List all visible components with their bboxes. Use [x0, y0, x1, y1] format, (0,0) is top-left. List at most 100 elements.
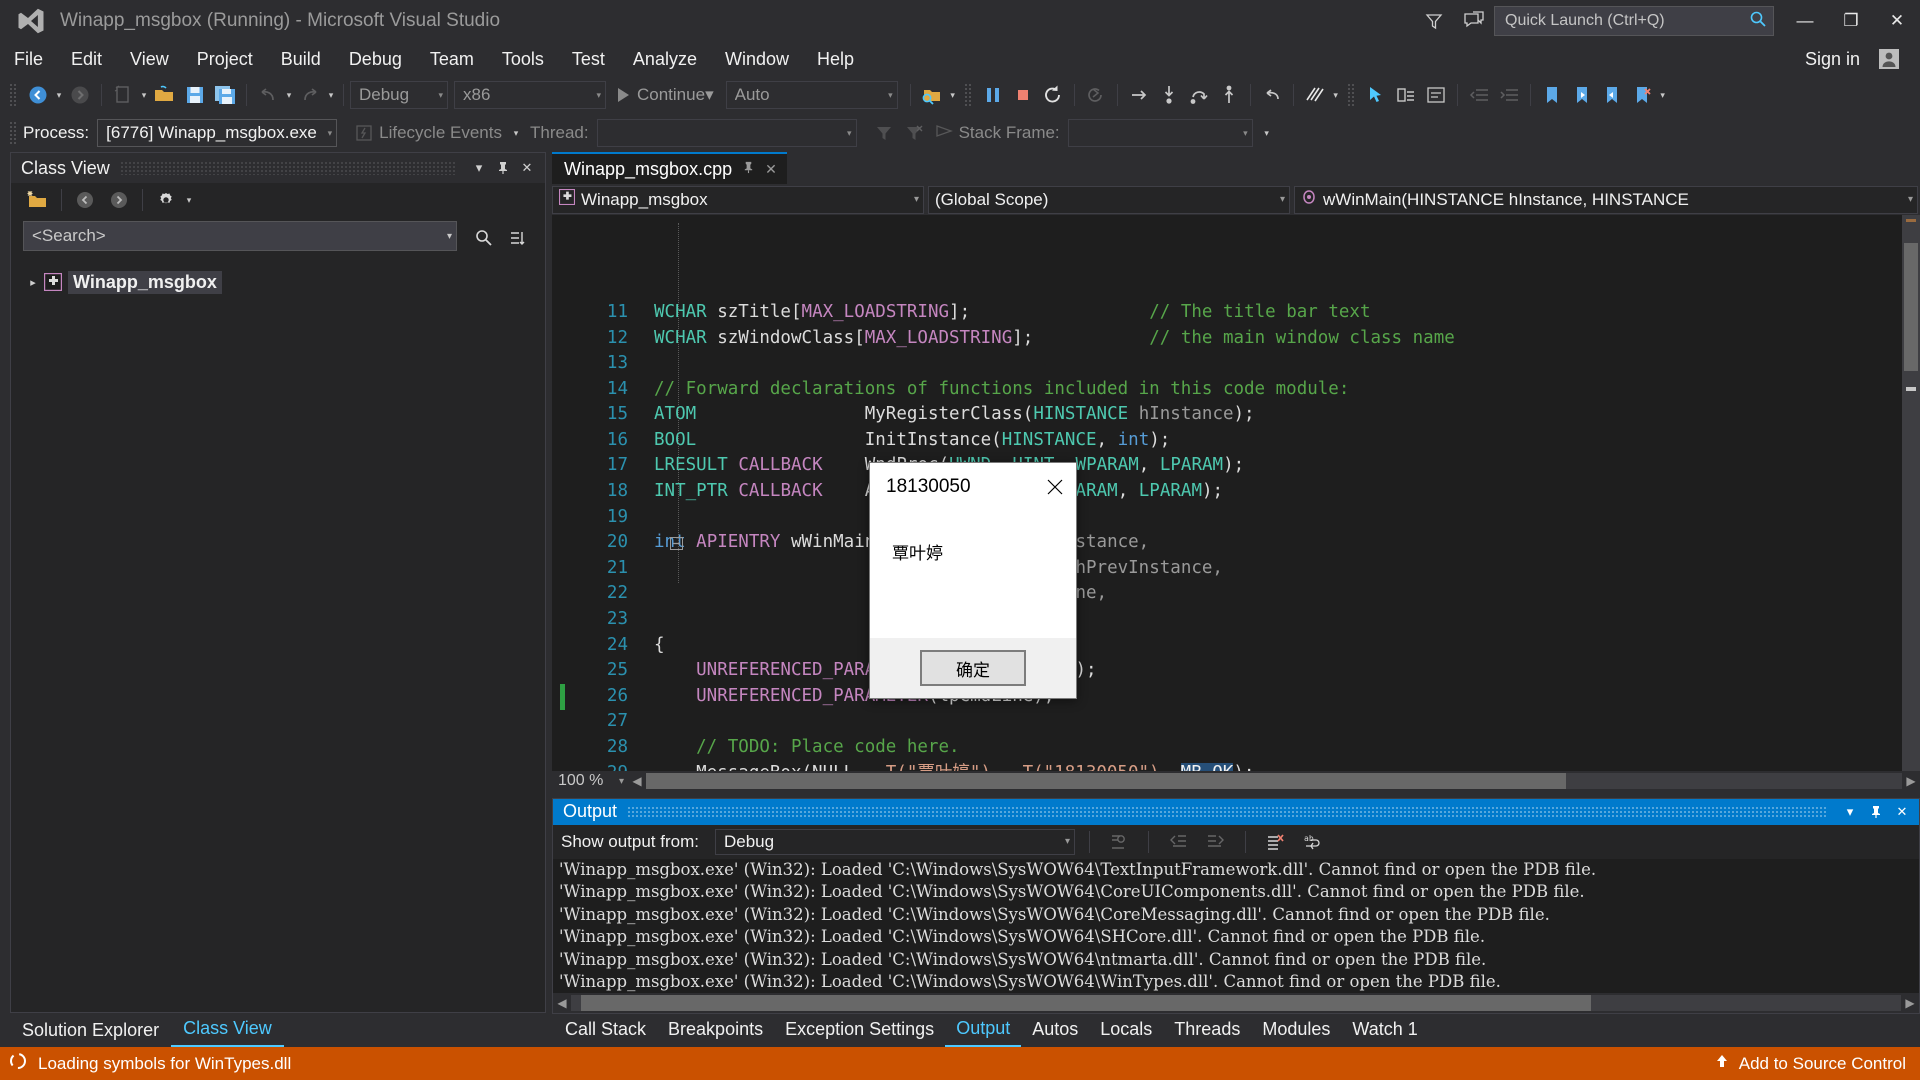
- pointer-select-icon[interactable]: [1361, 80, 1391, 110]
- add-to-source-control-label[interactable]: Add to Source Control: [1739, 1054, 1906, 1074]
- clear-bookmarks-icon[interactable]: [1627, 80, 1657, 110]
- chevron-down-icon[interactable]: ▾: [914, 194, 919, 205]
- output-hscroll-thumb[interactable]: [581, 994, 1591, 1011]
- clear-all-icon[interactable]: [1260, 828, 1290, 856]
- status-right-group[interactable]: Add to Source Control: [1713, 1052, 1920, 1075]
- code-line[interactable]: 19: [574, 505, 1902, 531]
- new-item-dropdown-icon[interactable]: ▾: [138, 90, 150, 101]
- chevron-down-icon[interactable]: ▾: [619, 776, 624, 787]
- toolbar-overflow-icon[interactable]: ▾: [1657, 90, 1669, 101]
- chevron-down-icon[interactable]: ▾: [1065, 836, 1070, 847]
- lifecycle-dropdown-icon[interactable]: ▾: [510, 128, 522, 139]
- word-wrap-icon[interactable]: ab: [1298, 828, 1328, 856]
- code-line[interactable]: 25 UNREFERENCED_PARAMETER(hPrevInstance)…: [574, 658, 1902, 684]
- editor-tab-winapp-msgbox-cpp[interactable]: Winapp_msgbox.cpp ✕: [552, 152, 787, 184]
- toggle-outlining-icon[interactable]: [1391, 80, 1421, 110]
- dock-tab-autos[interactable]: Autos: [1021, 1015, 1089, 1046]
- undo-dropdown-icon[interactable]: ▾: [283, 90, 295, 101]
- chevron-down-icon[interactable]: ▾: [432, 90, 443, 101]
- close-icon[interactable]: ✕: [515, 156, 539, 180]
- dock-tab-exception-settings[interactable]: Exception Settings: [774, 1015, 945, 1046]
- toolbar-grip[interactable]: [9, 83, 18, 107]
- increase-indent-icon[interactable]: [1494, 80, 1524, 110]
- maximize-button[interactable]: ❐: [1828, 0, 1874, 42]
- code-line[interactable]: 15 ATOM MyRegisterClass(HINSTANCE hInstan…: [574, 402, 1902, 428]
- editor-vertical-scrollbar[interactable]: [1902, 215, 1920, 771]
- code-line[interactable]: 21 _In_opt_ HINSTANCE hPrevInstance,: [574, 556, 1902, 582]
- menu-analyze[interactable]: Analyze: [619, 42, 711, 76]
- previous-bookmark-icon[interactable]: [1567, 80, 1597, 110]
- undo-icon[interactable]: [253, 80, 283, 110]
- navigate-backward-dropdown-icon[interactable]: ▾: [53, 90, 65, 101]
- chevron-down-icon[interactable]: ▾: [841, 128, 852, 139]
- chevron-down-icon[interactable]: ▾: [882, 90, 893, 101]
- break-all-icon[interactable]: [978, 80, 1008, 110]
- search-icon[interactable]: [467, 223, 501, 253]
- comment-selection-icon[interactable]: [1421, 80, 1451, 110]
- find-message-icon[interactable]: [1104, 828, 1134, 856]
- solution-platform-combo[interactable]: x86 ▾: [454, 81, 606, 109]
- chevron-down-icon[interactable]: ▾: [1280, 194, 1285, 205]
- chevron-down-icon[interactable]: ▾: [1237, 128, 1248, 139]
- code-line[interactable]: 17LRESULT CALLBACK WndProc(HWND, UINT, W…: [574, 453, 1902, 479]
- open-file-icon[interactable]: [150, 80, 180, 110]
- menu-build[interactable]: Build: [267, 42, 335, 76]
- navigate-backward-icon[interactable]: [23, 80, 53, 110]
- toolbar-grip-3[interactable]: [1346, 83, 1356, 107]
- class-view-drag-grip[interactable]: [119, 161, 457, 175]
- thread-combo[interactable]: ▾: [596, 119, 857, 147]
- output-hscroll-track[interactable]: [571, 994, 1901, 1011]
- menu-tools[interactable]: Tools: [488, 42, 558, 76]
- account-icon[interactable]: [1872, 45, 1906, 73]
- code-line[interactable]: 23 _In_ int nCmdShow): [574, 607, 1902, 633]
- step-out-icon[interactable]: [1214, 80, 1244, 110]
- code-line[interactable]: 14 // Forward declarations of functions i…: [574, 377, 1902, 403]
- editor-hscroll-thumb[interactable]: [646, 773, 1566, 790]
- close-icon[interactable]: ✕: [1889, 800, 1915, 824]
- tab-solution-explorer[interactable]: Solution Explorer: [10, 1016, 171, 1047]
- process-combo[interactable]: [6776] Winapp_msgbox.exe ▾: [97, 119, 338, 147]
- pin-icon[interactable]: [1863, 800, 1889, 824]
- find-in-files-icon[interactable]: [917, 80, 947, 110]
- chevron-down-icon[interactable]: ▾: [705, 85, 714, 105]
- navigate-forward-icon[interactable]: [65, 80, 95, 110]
- redo-icon[interactable]: [295, 80, 325, 110]
- pin-icon[interactable]: [491, 156, 515, 180]
- chevron-right-icon[interactable]: ▸: [23, 276, 43, 289]
- code-area[interactable]: 11 WCHAR szTitle[MAX_LOADSTRING]; // The …: [552, 215, 1902, 771]
- dock-tab-locals[interactable]: Locals: [1089, 1015, 1163, 1046]
- go-to-previous-icon[interactable]: [1163, 828, 1193, 856]
- find-dropdown-icon[interactable]: ▾: [947, 90, 959, 101]
- restart-icon[interactable]: [1038, 80, 1068, 110]
- lifecycle-events-label[interactable]: Lifecycle Events: [379, 123, 502, 143]
- filter-clear-icon[interactable]: [899, 118, 929, 148]
- menu-project[interactable]: Project: [183, 42, 267, 76]
- dock-tab-threads[interactable]: Threads: [1163, 1015, 1251, 1046]
- chevron-down-icon[interactable]: ▾: [322, 128, 333, 139]
- project-combo[interactable]: Winapp_msgbox ▾: [552, 185, 924, 214]
- flag-icon[interactable]: [929, 118, 959, 148]
- dock-tab-call-stack[interactable]: Call Stack: [554, 1015, 657, 1046]
- message-box-dialog[interactable]: 18130050 覃叶婷 确定: [869, 462, 1077, 699]
- output-text-area[interactable]: 'Winapp_msgbox.exe' (Win32): Loaded 'C:\…: [553, 858, 1919, 994]
- output-drag-grip[interactable]: [627, 805, 1827, 818]
- code-line[interactable]: 24 {: [574, 633, 1902, 659]
- menu-window[interactable]: Window: [711, 42, 803, 76]
- hot-reload-icon[interactable]: [1300, 80, 1330, 110]
- tab-class-view[interactable]: Class View: [171, 1014, 284, 1047]
- next-bookmark-icon[interactable]: [1597, 80, 1627, 110]
- hscroll-left-arrow[interactable]: ◀: [628, 774, 646, 788]
- dock-tab-output[interactable]: Output: [945, 1014, 1022, 1047]
- code-line[interactable]: 16 BOOL InitInstance(HINSTANCE, int);: [574, 428, 1902, 454]
- toolbar-grip-2[interactable]: [963, 83, 973, 107]
- step-into-icon[interactable]: [1154, 80, 1184, 110]
- sign-in-link[interactable]: Sign in: [1793, 49, 1872, 70]
- menu-file[interactable]: File: [0, 42, 57, 76]
- hscroll-right-arrow[interactable]: ▶: [1902, 774, 1920, 788]
- pin-icon[interactable]: [742, 161, 755, 177]
- chevron-down-icon[interactable]: ▾: [1908, 194, 1913, 205]
- continue-button[interactable]: Continue ▾: [612, 85, 720, 105]
- show-output-from-combo[interactable]: Debug ▾: [714, 828, 1075, 855]
- funnel-icon[interactable]: [1414, 0, 1454, 42]
- close-button[interactable]: ✕: [1874, 0, 1920, 42]
